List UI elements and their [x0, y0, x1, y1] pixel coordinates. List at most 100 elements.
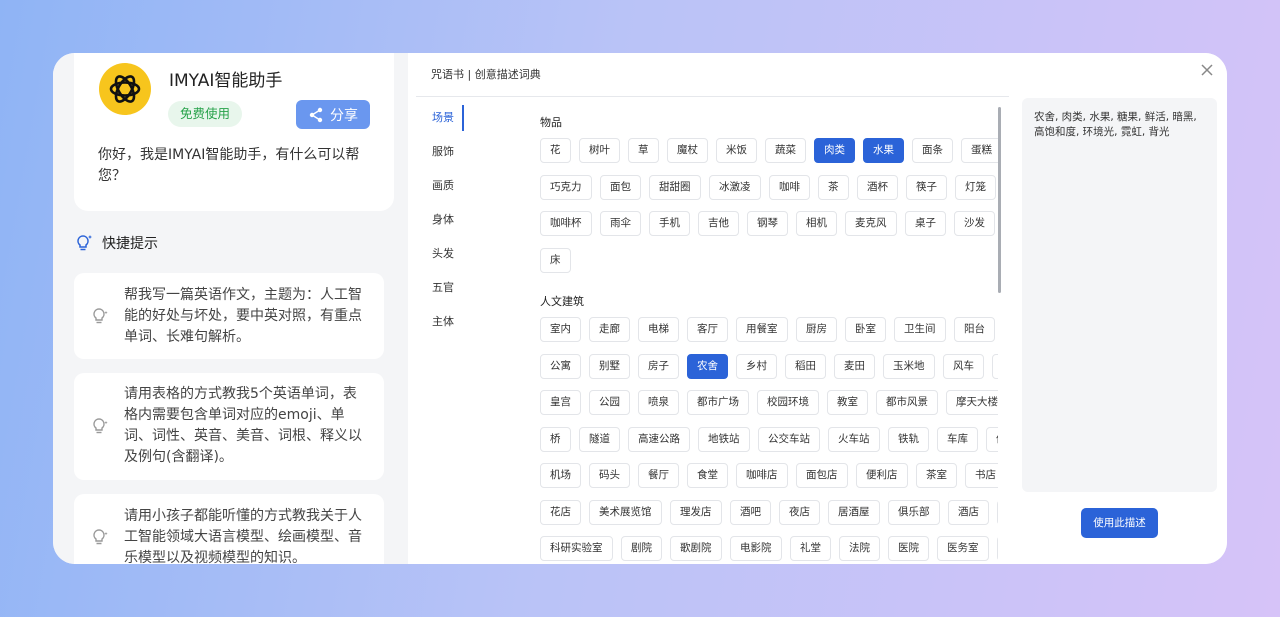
category-tab[interactable]: 画质 — [416, 169, 464, 203]
tag-chip[interactable]: 魔杖 — [667, 138, 708, 163]
tag-chip[interactable]: 酒吧 — [730, 499, 771, 525]
tag-chip[interactable]: 雨伞 — [600, 211, 641, 236]
tag-chip[interactable]: 冰激凌 — [709, 174, 761, 200]
tag-chip[interactable]: 健身房 — [997, 536, 998, 561]
tag-chip[interactable]: 桌子 — [905, 211, 946, 236]
tag-chip[interactable]: 手机 — [649, 211, 690, 236]
tag-chip[interactable]: 科研实验室 — [540, 536, 613, 561]
tag-chip[interactable]: 歌剧院 — [670, 536, 722, 561]
free-use-badge[interactable]: 免费使用 — [168, 101, 243, 127]
tag-chip[interactable]: 摩天大楼 — [946, 390, 998, 415]
tag-chip[interactable]: 咖啡 — [769, 174, 810, 200]
tag-chip[interactable]: 走廊 — [589, 317, 630, 342]
tag-chip[interactable]: 桥 — [540, 426, 571, 452]
tag-chip[interactable]: 酒杯 — [857, 174, 898, 200]
tag-chip[interactable]: 厨房 — [796, 317, 837, 342]
tag-chip[interactable]: 花店 — [540, 499, 581, 525]
tag-chip[interactable]: 农舍 — [687, 353, 728, 379]
tag-chip[interactable]: 车库 — [937, 426, 978, 452]
category-tab[interactable]: 五官 — [416, 271, 464, 305]
tag-chip[interactable]: 超市 — [997, 499, 998, 525]
tag-chip[interactable]: 甜甜圈 — [649, 174, 701, 200]
tag-chip[interactable]: 礼堂 — [790, 536, 831, 561]
category-tab[interactable]: 头发 — [416, 237, 464, 271]
tag-chip[interactable]: 公交车站 — [758, 426, 820, 452]
tag-chip[interactable]: 法院 — [839, 536, 880, 561]
tag-chip[interactable]: 校园环境 — [757, 390, 819, 415]
scrollbar-thumb[interactable] — [998, 107, 1001, 293]
tag-chip[interactable]: 咖啡店 — [736, 463, 788, 488]
tag-chip[interactable]: 火车站 — [828, 426, 880, 452]
tag-chip[interactable]: 麦田 — [834, 353, 875, 379]
close-icon[interactable] — [1199, 62, 1215, 78]
share-button[interactable]: 分享 — [296, 100, 370, 129]
tag-chip[interactable]: 电梯 — [638, 317, 679, 342]
tag-chip[interactable]: 蛋糕 — [961, 138, 998, 163]
tag-chip[interactable]: 餐厅 — [638, 463, 679, 488]
tag-chip[interactable]: 居酒屋 — [828, 499, 880, 525]
tag-chip[interactable]: 用餐室 — [736, 317, 788, 342]
tag-chip[interactable]: 医务室 — [937, 536, 989, 561]
tag-chip[interactable]: 隧道 — [579, 426, 620, 452]
tag-chip[interactable]: 沙发 — [954, 211, 995, 236]
tag-chip[interactable]: 茶 — [818, 174, 849, 200]
tag-chip[interactable]: 停车场 — [986, 426, 998, 452]
tag-chip[interactable]: 高速公路 — [628, 426, 690, 452]
category-tab[interactable]: 服饰 — [416, 135, 464, 169]
tag-chip[interactable]: 阳台 — [954, 317, 995, 342]
tag-chip[interactable]: 别墅 — [589, 353, 630, 379]
tag-chip[interactable]: 树叶 — [579, 138, 620, 163]
tag-chip[interactable]: 美术展览馆 — [589, 499, 662, 525]
tag-chip[interactable]: 灯笼 — [955, 174, 996, 200]
tag-chip[interactable]: 钢琴 — [747, 211, 788, 236]
tag-chip[interactable]: 喷泉 — [638, 390, 679, 415]
tag-chip[interactable]: 铁轨 — [888, 426, 929, 452]
prompt-card[interactable]: 请用表格的方式教我5个英语单词，表格内需要包含单词对应的emoji、单词、词性、… — [74, 373, 384, 480]
tag-chip[interactable]: 水果 — [863, 138, 904, 163]
tag-chip[interactable]: 面条 — [912, 138, 953, 163]
tag-chip[interactable]: 码头 — [589, 463, 630, 488]
tag-chip[interactable]: 肉类 — [814, 138, 855, 163]
category-tab[interactable]: 主体 — [416, 305, 464, 339]
tag-chip[interactable]: 茶室 — [916, 463, 957, 488]
prompt-card[interactable]: 帮我写一篇英语作文，主题为：人工智能的好处与坏处，要中英对照，有重点单词、长难句… — [74, 273, 384, 359]
tag-chip[interactable]: 乡村 — [736, 353, 777, 379]
tag-chip[interactable]: 理发店 — [670, 499, 722, 525]
tag-chip[interactable]: 教室 — [827, 390, 868, 415]
tag-chip[interactable]: 室内 — [540, 317, 581, 342]
tag-chip[interactable]: 都市风景 — [876, 390, 938, 415]
tag-chip[interactable]: 风车 — [943, 353, 984, 379]
tag-chip[interactable]: 食堂 — [687, 463, 728, 488]
tag-chip[interactable]: 公园 — [589, 390, 630, 415]
tag-chip[interactable]: 房子 — [638, 353, 679, 379]
use-description-button[interactable]: 使用此描述 — [1081, 508, 1158, 538]
tag-chip[interactable]: 米饭 — [716, 138, 757, 163]
tag-chip[interactable]: 客厅 — [687, 317, 728, 342]
tag-chip[interactable]: 咖啡杯 — [540, 211, 592, 236]
tag-chip[interactable]: 电影院 — [730, 536, 782, 561]
tag-chip[interactable]: 剧院 — [621, 536, 662, 561]
tag-chip[interactable]: 吉他 — [698, 211, 739, 236]
tag-chip[interactable]: 草 — [628, 138, 659, 163]
tag-chip[interactable]: 酒店 — [948, 499, 989, 525]
tag-chip[interactable]: 卧室 — [845, 317, 886, 342]
tag-chip[interactable]: 床 — [540, 247, 571, 273]
category-tab[interactable]: 身体 — [416, 203, 464, 237]
tag-chip[interactable]: 城堡 — [992, 353, 998, 379]
tag-chip[interactable]: 俱乐部 — [888, 499, 940, 525]
tag-chip[interactable]: 麦克风 — [845, 211, 897, 236]
tag-chip[interactable]: 卫生间 — [894, 317, 946, 342]
tag-chip[interactable]: 皇宫 — [540, 390, 581, 415]
category-tab[interactable]: 场景 — [416, 101, 464, 135]
tag-chip[interactable]: 面包 — [600, 174, 641, 200]
prompt-card[interactable]: 请用小孩子都能听懂的方式教我关于人工智能领域大语言模型、绘画模型、音乐模型以及视… — [74, 494, 384, 564]
tag-chip[interactable]: 巧克力 — [540, 174, 592, 200]
tag-chip[interactable]: 蔬菜 — [765, 138, 806, 163]
tag-chip[interactable]: 便利店 — [856, 463, 908, 488]
tag-chip[interactable]: 稻田 — [785, 353, 826, 379]
tag-chip[interactable]: 公寓 — [540, 353, 581, 379]
tag-chip[interactable]: 筷子 — [906, 174, 947, 200]
tag-chip[interactable]: 玉米地 — [883, 353, 935, 379]
tag-chip[interactable]: 花 — [540, 138, 571, 163]
tag-chip[interactable]: 机场 — [540, 463, 581, 488]
